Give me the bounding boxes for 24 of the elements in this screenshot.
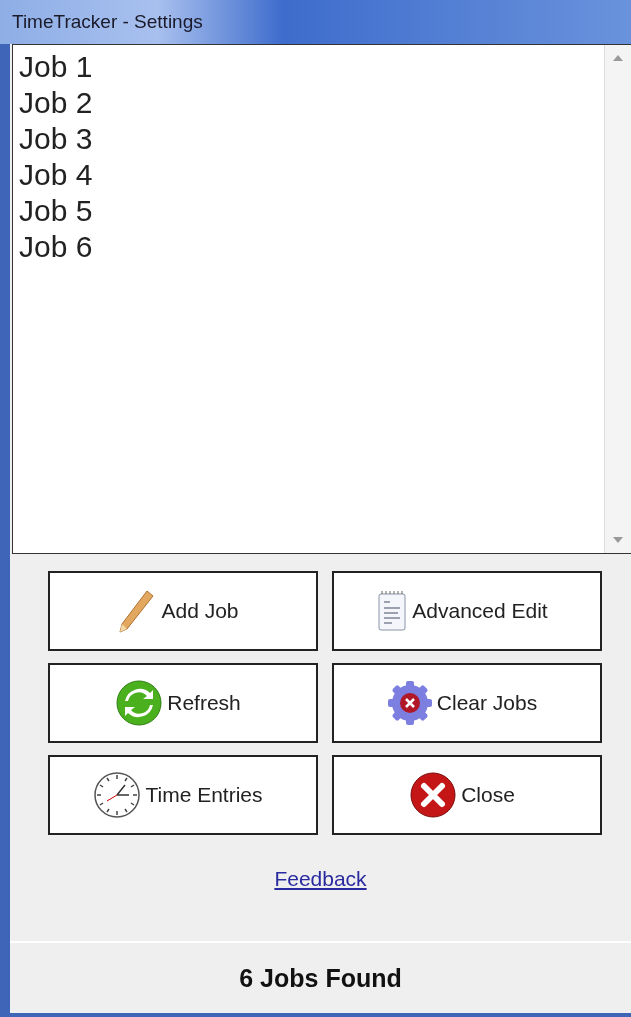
list-item[interactable]: Job 2 <box>19 85 598 121</box>
pencil-button[interactable]: Add Job <box>48 571 318 651</box>
list-item[interactable]: Job 3 <box>19 121 598 157</box>
window-title: TimeTracker - Settings <box>12 11 203 33</box>
close-icon <box>409 771 458 819</box>
refresh-icon <box>115 679 164 727</box>
list-item[interactable]: Job 1 <box>19 49 598 85</box>
clock-icon <box>93 771 142 819</box>
refresh-button[interactable]: Refresh <box>48 663 318 743</box>
list-item[interactable]: Job 5 <box>19 193 598 229</box>
scrollbar[interactable] <box>604 45 631 553</box>
clock-button[interactable]: Time Entries <box>48 755 318 835</box>
gear-button[interactable]: Clear Jobs <box>332 663 602 743</box>
notepad-button[interactable]: Advanced Edit <box>332 571 602 651</box>
feedback-link[interactable]: Feedback <box>274 867 367 890</box>
list-item[interactable]: Job 6 <box>19 229 598 265</box>
gear-icon <box>386 679 433 727</box>
close-button[interactable]: Close <box>332 755 602 835</box>
notepad-icon <box>376 589 409 633</box>
job-list[interactable]: Job 1 Job 2 Job 3 Job 4 Job 5 Job 6 <box>12 44 631 554</box>
scroll-down-icon[interactable] <box>613 537 623 543</box>
status-text: 6 Jobs Found <box>239 963 402 993</box>
scroll-up-icon[interactable] <box>613 55 623 61</box>
list-item[interactable]: Job 4 <box>19 157 598 193</box>
